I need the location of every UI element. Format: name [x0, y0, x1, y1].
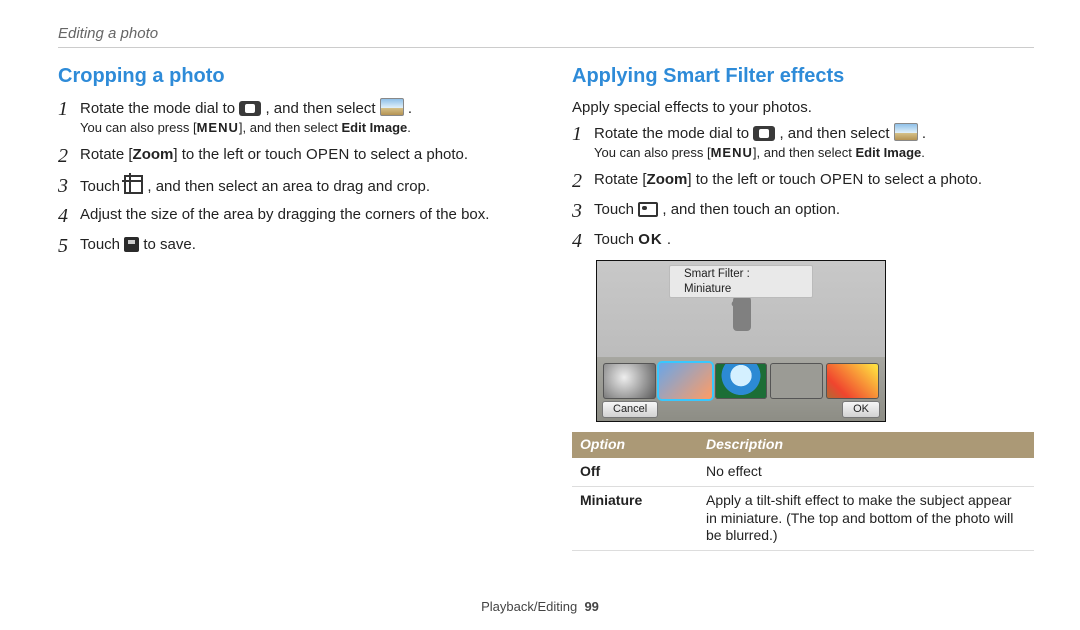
step-text: Touch [80, 178, 124, 195]
step-number: 4 [572, 230, 594, 252]
substep-text: You can also press [ [80, 120, 197, 135]
smartfilter-heading: Applying Smart Filter effects [572, 64, 1034, 90]
cancel-button[interactable]: Cancel [602, 401, 658, 418]
section-smart-filter: Applying Smart Filter effects Apply spec… [572, 64, 1034, 551]
substep-text: . [921, 145, 925, 160]
cropping-heading: Cropping a photo [58, 64, 520, 90]
step-text: Rotate the mode dial to [594, 125, 753, 142]
step-text: to select a photo. [864, 171, 982, 188]
step-text: . [408, 100, 412, 117]
step-number: 3 [572, 200, 594, 222]
filter-thumb[interactable] [770, 363, 823, 399]
filter-thumb[interactable] [826, 363, 879, 399]
filter-thumb[interactable] [603, 363, 656, 399]
camera-preview: Smart Filter : Miniature Cancel OK [596, 260, 886, 422]
step-text: , and then select an area to drag and cr… [147, 178, 430, 195]
filter-thumb[interactable] [715, 363, 768, 399]
step-text: Touch [594, 201, 638, 218]
step-number: 2 [572, 170, 594, 192]
filter-thumb-selected[interactable] [659, 363, 712, 399]
filter-thumb-strip [603, 363, 879, 399]
crop-icon [124, 175, 143, 194]
opt-desc: No effect [698, 458, 1034, 486]
save-icon [124, 237, 139, 252]
step-text: , and then select [265, 100, 379, 117]
edit-image-icon [894, 123, 918, 141]
step-text: to save. [143, 236, 196, 253]
table-row: Miniature Apply a tilt-shift effect to m… [572, 486, 1034, 551]
step-text: Rotate [ [80, 146, 133, 163]
step-number: 1 [58, 98, 80, 120]
substep-bold: Edit Image [342, 120, 408, 135]
opt-name: Off [572, 458, 698, 486]
preview-title: Smart Filter : Miniature [669, 265, 813, 298]
step-text: ] to the left or touch [173, 146, 306, 163]
substep-text: . [407, 120, 411, 135]
step-text: to select a photo. [350, 146, 468, 163]
mode-dial-icon [239, 101, 261, 116]
menu-label: MENU [711, 145, 753, 160]
step-text: , and then touch an option. [662, 201, 840, 218]
chapter-title: Editing a photo [58, 24, 1034, 48]
step-number: 4 [58, 205, 80, 227]
opt-name: Miniature [572, 486, 698, 551]
substep-bold: Edit Image [856, 145, 922, 160]
smartfilter-intro: Apply special effects to your photos. [572, 98, 1034, 117]
open-label: OPEN [306, 146, 350, 163]
th-option: Option [572, 432, 698, 458]
open-label: OPEN [820, 171, 864, 188]
substep-text: You can also press [ [594, 145, 711, 160]
step-text: . [667, 231, 671, 248]
page-footer: Playback/Editing 99 [0, 599, 1080, 616]
step-text: ] to the left or touch [687, 171, 820, 188]
step-number: 2 [58, 145, 80, 167]
edit-image-icon [380, 98, 404, 116]
zoom-label: Zoom [133, 146, 174, 163]
ok-button[interactable]: OK [842, 401, 880, 418]
step-text: , and then select [779, 125, 893, 142]
th-description: Description [698, 432, 1034, 458]
filter-icon [638, 202, 658, 217]
step-text: Touch [80, 236, 124, 253]
opt-desc: Apply a tilt-shift effect to make the su… [698, 486, 1034, 551]
section-cropping: Cropping a photo 1 Rotate the mode dial … [58, 64, 520, 551]
step-number: 3 [58, 175, 80, 197]
step-text: Rotate [ [594, 171, 647, 188]
filter-options-table: Option Description Off No effect Miniatu… [572, 432, 1034, 552]
step-text: Rotate the mode dial to [80, 100, 239, 117]
step-number: 5 [58, 235, 80, 257]
ok-label: OK [638, 231, 663, 248]
step-number: 1 [572, 123, 594, 145]
footer-section: Playback/Editing [481, 599, 577, 614]
step-text: . [922, 125, 926, 142]
zoom-label: Zoom [647, 171, 688, 188]
menu-label: MENU [197, 120, 239, 135]
footer-page-number: 99 [584, 599, 598, 614]
mode-dial-icon [753, 126, 775, 141]
table-row: Off No effect [572, 458, 1034, 486]
step-text: Touch [594, 231, 638, 248]
substep-text: ], and then select [239, 120, 342, 135]
substep-text: ], and then select [753, 145, 856, 160]
step-text: Adjust the size of the area by dragging … [80, 205, 520, 224]
